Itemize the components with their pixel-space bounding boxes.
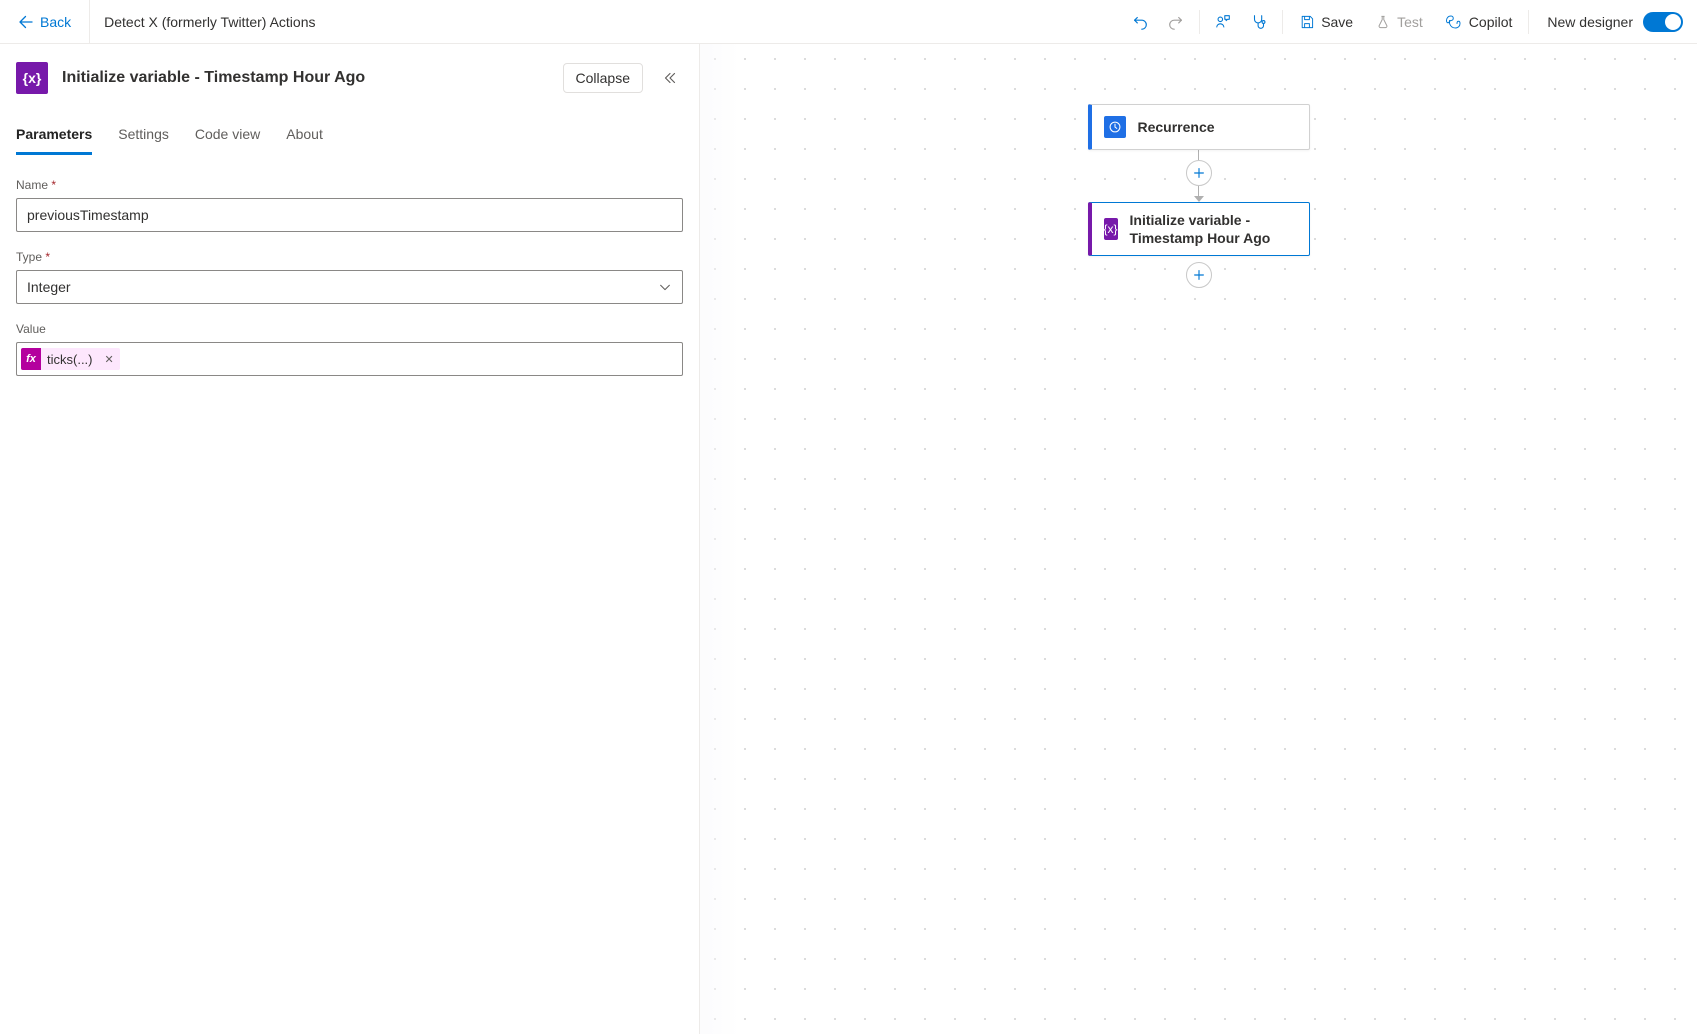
connector (1186, 150, 1212, 202)
add-step-button[interactable] (1186, 262, 1212, 288)
copilot-icon (1445, 13, 1463, 31)
chevron-down-icon (658, 280, 672, 294)
toggle-knob (1665, 14, 1681, 30)
tab-parameters[interactable]: Parameters (16, 120, 92, 155)
copilot-button[interactable]: Copilot (1437, 7, 1521, 37)
token-remove-button[interactable]: ✕ (99, 353, 120, 366)
checker-button[interactable] (1244, 7, 1274, 37)
parameters-form: Name Type Integer Value fx ticks(...) (16, 178, 683, 376)
feedback-button[interactable] (1208, 7, 1238, 37)
tab-about[interactable]: About (286, 120, 323, 155)
clock-icon (1104, 116, 1126, 138)
name-label: Name (16, 178, 683, 192)
undo-icon (1131, 13, 1149, 31)
divider (1282, 10, 1283, 34)
value-label: Value (16, 322, 683, 336)
name-input[interactable] (16, 198, 683, 232)
name-field: Name (16, 178, 683, 232)
divider (89, 0, 90, 44)
test-button-label: Test (1397, 14, 1423, 30)
main: {x} Initialize variable - Timestamp Hour… (0, 44, 1697, 1034)
connector-end (1186, 262, 1212, 288)
value-input[interactable]: fx ticks(...) ✕ (16, 342, 683, 376)
save-button[interactable]: Save (1291, 8, 1361, 36)
node-initialize-variable[interactable]: {x} Initialize variable - Timestamp Hour… (1088, 202, 1310, 256)
type-select[interactable]: Integer (16, 270, 683, 304)
properties-panel: {x} Initialize variable - Timestamp Hour… (0, 44, 700, 1034)
person-feedback-icon (1214, 13, 1232, 31)
connector-line (1198, 186, 1199, 196)
new-designer-toggle-group: New designer (1537, 12, 1689, 32)
variable-icon: {x} (1104, 218, 1118, 240)
back-button-label: Back (40, 14, 71, 30)
copilot-button-label: Copilot (1469, 14, 1513, 30)
value-field: Value fx ticks(...) ✕ (16, 322, 683, 376)
new-designer-label: New designer (1547, 14, 1633, 30)
collapse-button[interactable]: Collapse (563, 63, 643, 93)
test-button[interactable]: Test (1367, 8, 1431, 36)
variable-icon: {x} (16, 62, 48, 94)
topbar-right: Save Test Copilot New designer (1125, 7, 1689, 37)
redo-button[interactable] (1161, 7, 1191, 37)
designer-canvas[interactable]: Recurrence {x} Initialize variable - Tim… (700, 44, 1697, 1034)
node-variable-label: Initialize variable - Timestamp Hour Ago (1130, 211, 1297, 247)
new-designer-toggle[interactable] (1643, 12, 1683, 32)
tabs: Parameters Settings Code view About (16, 120, 683, 156)
divider (1199, 10, 1200, 34)
connector-line (1198, 150, 1199, 160)
undo-button[interactable] (1125, 7, 1155, 37)
save-icon (1299, 14, 1315, 30)
add-step-button[interactable] (1186, 160, 1212, 186)
fx-icon: fx (21, 348, 41, 370)
collapse-chevron-button[interactable] (657, 65, 683, 91)
stethoscope-icon (1250, 13, 1268, 31)
back-button[interactable]: Back (8, 10, 81, 34)
redo-icon (1167, 13, 1185, 31)
panel-header: {x} Initialize variable - Timestamp Hour… (16, 62, 683, 94)
node-recurrence-label: Recurrence (1138, 118, 1215, 136)
test-icon (1375, 14, 1391, 30)
type-field: Type Integer (16, 250, 683, 304)
topbar: Back Detect X (formerly Twitter) Actions… (0, 0, 1697, 44)
topbar-left: Back Detect X (formerly Twitter) Actions (8, 0, 321, 44)
type-select-value: Integer (27, 279, 71, 295)
panel-title: Initialize variable - Timestamp Hour Ago (62, 69, 549, 87)
divider (1528, 10, 1529, 34)
token-text: ticks(...) (41, 352, 99, 367)
arrow-left-icon (18, 14, 34, 30)
type-label: Type (16, 250, 683, 264)
tab-settings[interactable]: Settings (118, 120, 169, 155)
tab-code-view[interactable]: Code view (195, 120, 260, 155)
flow-title: Detect X (formerly Twitter) Actions (98, 14, 321, 30)
expression-token[interactable]: fx ticks(...) ✕ (21, 348, 120, 370)
chevron-double-left-icon (661, 69, 679, 87)
flow-graph: Recurrence {x} Initialize variable - Tim… (1088, 104, 1310, 288)
save-button-label: Save (1321, 14, 1353, 30)
node-recurrence[interactable]: Recurrence (1088, 104, 1310, 150)
